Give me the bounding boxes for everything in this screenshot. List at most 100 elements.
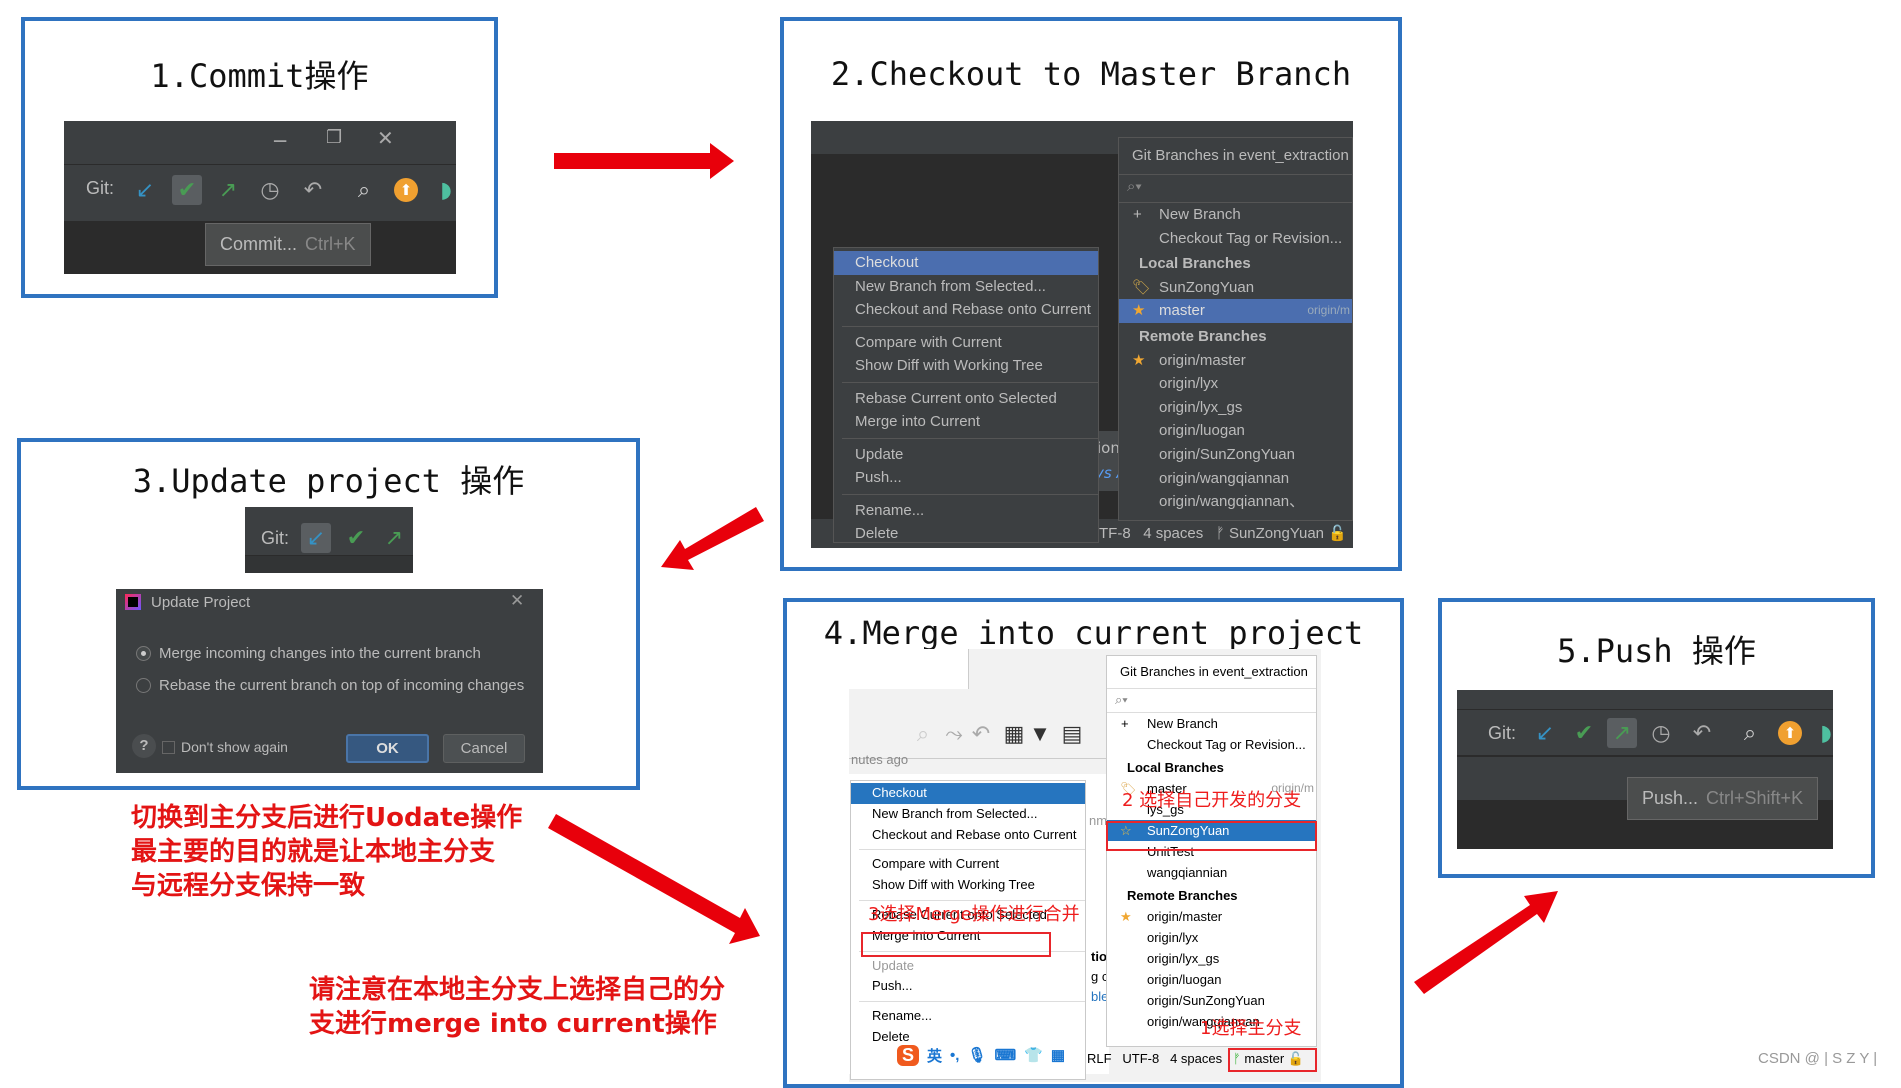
note-line: 最主要的目的就是让本地主分支 (131, 837, 496, 867)
lock-icon: 🔓 (1328, 525, 1347, 542)
remote-branch-item[interactable]: origin/lyx (1119, 372, 1352, 396)
ok-button[interactable]: OK (346, 734, 429, 763)
status-indent[interactable]: 4 spaces (1170, 1051, 1222, 1066)
search-icon[interactable]: ⌕ (349, 175, 379, 205)
new-branch-action[interactable]: + New Branch (1119, 203, 1352, 227)
branch-name: origin/SunZongYuan (1147, 993, 1265, 1008)
apps-icon[interactable]: ▦ (1051, 1046, 1065, 1064)
remote-branch-item[interactable]: origin/luogan (1107, 969, 1316, 990)
step3-panel: 3.Update project 操作 Git: ↙ ✔ ↗ Update Proj… (17, 438, 640, 790)
undo-icon[interactable]: ↶ (966, 719, 996, 749)
branch-name: master (1159, 302, 1205, 320)
cancel-button[interactable]: Cancel (443, 734, 525, 763)
menu-item-rebase-current-onto-selected[interactable]: Rebase Current onto Selected (834, 387, 1098, 411)
plugin-icon[interactable]: ◗ (431, 175, 456, 205)
commit-check-icon[interactable]: ✔ (341, 523, 371, 553)
remote-branch-item[interactable]: origin/lyx_gs (1107, 948, 1316, 969)
commit-check-icon[interactable]: ✔ (172, 175, 202, 205)
star-icon: ★ (1120, 909, 1132, 924)
remote-branch-item[interactable]: origin/lyx_gs (1119, 396, 1352, 420)
upload-circle-icon[interactable]: ⬆ (394, 178, 418, 202)
intellij-logo-icon (125, 594, 141, 610)
microphone-icon[interactable]: 🎙 (967, 1046, 986, 1064)
menu-item-push[interactable]: Push... (834, 466, 1098, 490)
search-icon[interactable]: ⌕ (908, 719, 938, 749)
menu-item-show-diff-with-working-tree[interactable]: Show Diff with Working Tree (851, 875, 1085, 896)
menu-item-update[interactable]: Update (834, 443, 1098, 467)
ime-toolbar: S 英 •, 🎙 ⌨ 👕 ▦ (897, 1042, 1072, 1068)
menu-item-checkout-and-rebase-onto-current[interactable]: Checkout and Rebase onto Current (851, 825, 1085, 846)
remote-branch-item[interactable]: ★ origin/master (1119, 349, 1352, 373)
keyboard-icon[interactable]: ⌨ (995, 1046, 1017, 1064)
dont-show-checkbox[interactable]: Don't show again (162, 739, 288, 755)
local-branch-item[interactable]: wangqiannian (1107, 862, 1316, 883)
remote-branch-item[interactable]: origin/luogan (1119, 419, 1352, 443)
history-clock-icon[interactable]: ◷ (255, 175, 285, 205)
search-icon[interactable]: ⌕ (1735, 718, 1765, 748)
commit-check-icon[interactable]: ✔ (1569, 718, 1599, 748)
ime-punct[interactable]: •, (950, 1047, 959, 1064)
menu-item-new-branch-from-selected[interactable]: New Branch from Selected... (834, 275, 1098, 299)
radio-rebase[interactable]: Rebase the current branch on top of inco… (136, 677, 524, 694)
remote-branch-item[interactable]: origin/SunZongYuan (1107, 990, 1316, 1011)
skin-icon[interactable]: 👕 (1024, 1046, 1043, 1064)
branch-name: origin/lyx (1147, 930, 1199, 945)
cherry-pick-icon[interactable]: ⤳ (939, 719, 969, 749)
menu-item-push[interactable]: Push... (851, 976, 1085, 997)
menu-separator (842, 493, 1098, 495)
radio-merge[interactable]: Merge incoming changes into the current … (136, 645, 481, 662)
branch-search-input[interactable]: ⌕▾ (1107, 689, 1316, 713)
layout-icon[interactable]: ▤ (1057, 719, 1087, 749)
menu-item-rename[interactable]: Rename... (851, 1006, 1085, 1027)
remote-branch-item[interactable]: origin/SunZongYuan (1119, 443, 1352, 467)
status-branch[interactable]: SunZongYuan (1229, 525, 1324, 542)
branch-search-input[interactable]: ⌕▾ (1119, 175, 1352, 203)
menu-item-compare-with-current[interactable]: Compare with Current (834, 331, 1098, 355)
checkout-tag-action[interactable]: Checkout Tag or Revision... (1107, 734, 1316, 755)
status-encoding[interactable]: UTF-8 (1122, 1051, 1159, 1066)
remote-branch-item[interactable]: origin/wangqiannan (1119, 467, 1352, 491)
branch-name: origin/master (1147, 909, 1223, 924)
menu-item-compare-with-current[interactable]: Compare with Current (851, 854, 1085, 875)
remote-branch-item[interactable]: origin/lyx (1107, 927, 1316, 948)
filter-icon[interactable]: ▼ (1025, 719, 1055, 749)
menu-item-update[interactable]: Update (851, 956, 1085, 977)
local-branch-item[interactable]: ★ master origin/m (1119, 299, 1352, 323)
checkout-tag-action[interactable]: Checkout Tag or Revision... (1119, 227, 1352, 251)
update-arrow-icon[interactable]: ↙ (130, 175, 160, 205)
push-arrow-icon[interactable]: ↗ (1607, 718, 1637, 748)
help-button[interactable]: ? (132, 734, 156, 758)
update-arrow-icon[interactable]: ↙ (1530, 718, 1560, 748)
status-line-sep[interactable]: RLF (1087, 1051, 1112, 1066)
menu-item-new-branch-from-selected[interactable]: New Branch from Selected... (851, 804, 1085, 825)
push-arrow-icon[interactable]: ↗ (213, 175, 243, 205)
rollback-icon[interactable]: ↶ (298, 175, 328, 205)
remote-branch-item[interactable]: origin/wangqiannan、 (1119, 490, 1352, 514)
branch-name: origin/wangqiannan (1159, 469, 1290, 487)
menu-item-rename[interactable]: Rename... (834, 499, 1098, 523)
update-arrow-icon[interactable]: ↙ (301, 523, 331, 553)
menu-item-checkout[interactable]: Checkout (851, 783, 1085, 804)
update-project-dialog: Update Project ✕ Merge incoming changes … (116, 589, 543, 773)
remote-branch-item[interactable]: ★ origin/master (1107, 906, 1316, 927)
plugin-icon[interactable]: ◗ (1811, 718, 1833, 748)
dialog-close-icon[interactable]: ✕ (510, 591, 524, 611)
status-encoding[interactable]: TF-8 (1099, 525, 1131, 542)
close-icon[interactable]: ✕ (377, 126, 394, 150)
ime-lang[interactable]: 英 (927, 1045, 942, 1066)
push-arrow-icon[interactable]: ↗ (379, 523, 409, 553)
local-branch-item[interactable]: 🏷 SunZongYuan (1119, 276, 1352, 300)
status-indent[interactable]: 4 spaces (1143, 525, 1203, 542)
menu-item-show-diff-with-working-tree[interactable]: Show Diff with Working Tree (834, 354, 1098, 378)
rollback-icon[interactable]: ↶ (1687, 718, 1717, 748)
git-label: Git: (261, 528, 290, 548)
menu-item-checkout-and-rebase-onto-current[interactable]: Checkout and Rebase onto Current (834, 298, 1098, 322)
menu-item-merge-into-current[interactable]: Merge into Current (834, 410, 1098, 434)
menu-item-checkout[interactable]: Checkout (834, 251, 1098, 275)
menu-item-delete[interactable]: Delete (834, 522, 1098, 542)
minimize-icon[interactable]: ─ (274, 129, 286, 153)
history-clock-icon[interactable]: ◷ (1646, 718, 1676, 748)
new-branch-action[interactable]: + New Branch (1107, 713, 1316, 734)
upload-circle-icon[interactable]: ⬆ (1778, 721, 1802, 745)
restore-icon[interactable]: ❐ (326, 127, 342, 148)
